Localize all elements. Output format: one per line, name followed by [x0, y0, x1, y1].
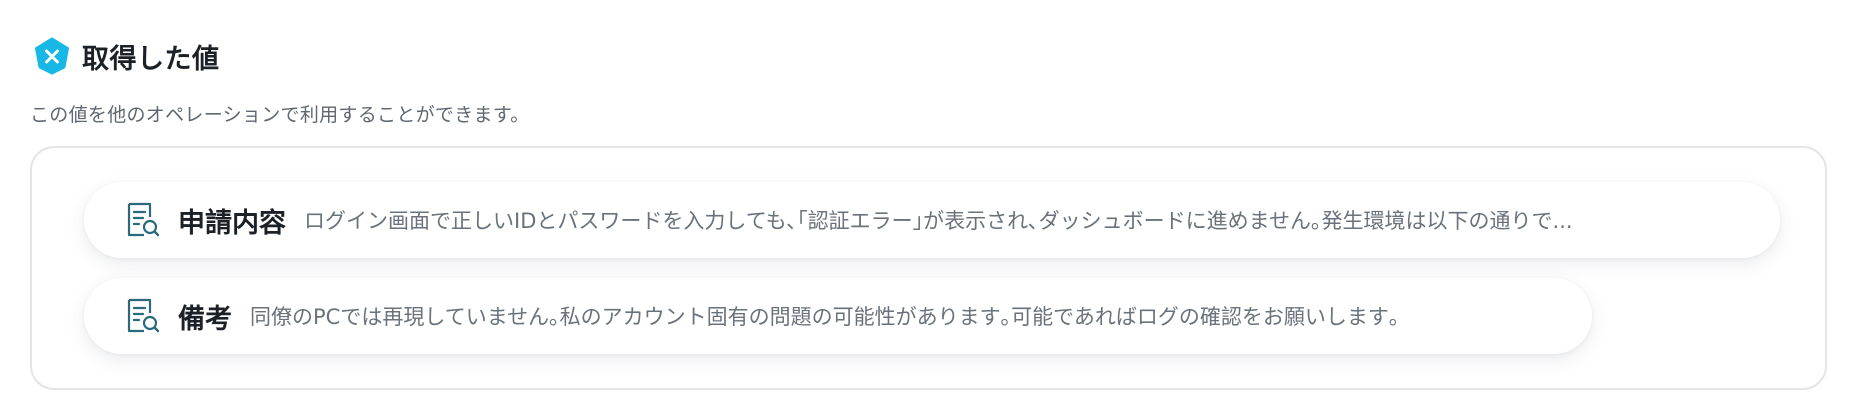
- section-description: この値を他のオペレーションで利用することができます。: [30, 104, 530, 126]
- value-chip-label: 備考: [178, 303, 232, 335]
- value-chip-application[interactable]: 申請内容 ログイン画面で正しいIDとパスワードを入力しても､｢認証エラー｣が表示…: [84, 182, 1780, 258]
- values-panel: 申請内容 ログイン画面で正しいIDとパスワードを入力しても､｢認証エラー｣が表示…: [30, 146, 1827, 390]
- document-search-icon: [127, 202, 160, 237]
- value-chip-label: 申請内容: [178, 207, 286, 239]
- value-chip-notes[interactable]: 備考 同僚のPCでは再現していません｡私のアカウント固有の問題の可能性があります…: [84, 278, 1592, 354]
- value-chip-text: ログイン画面で正しいIDとパスワードを入力しても､｢認証エラー｣が表示され､ダッ…: [304, 209, 1573, 233]
- variable-x-icon: [35, 37, 69, 75]
- section-header: 取得した値: [32, 36, 220, 76]
- value-chip-text: 同僚のPCでは再現していません｡私のアカウント固有の問題の可能性があります｡可能…: [250, 305, 1400, 329]
- document-search-icon: [127, 298, 160, 333]
- section-title: 取得した値: [82, 43, 220, 75]
